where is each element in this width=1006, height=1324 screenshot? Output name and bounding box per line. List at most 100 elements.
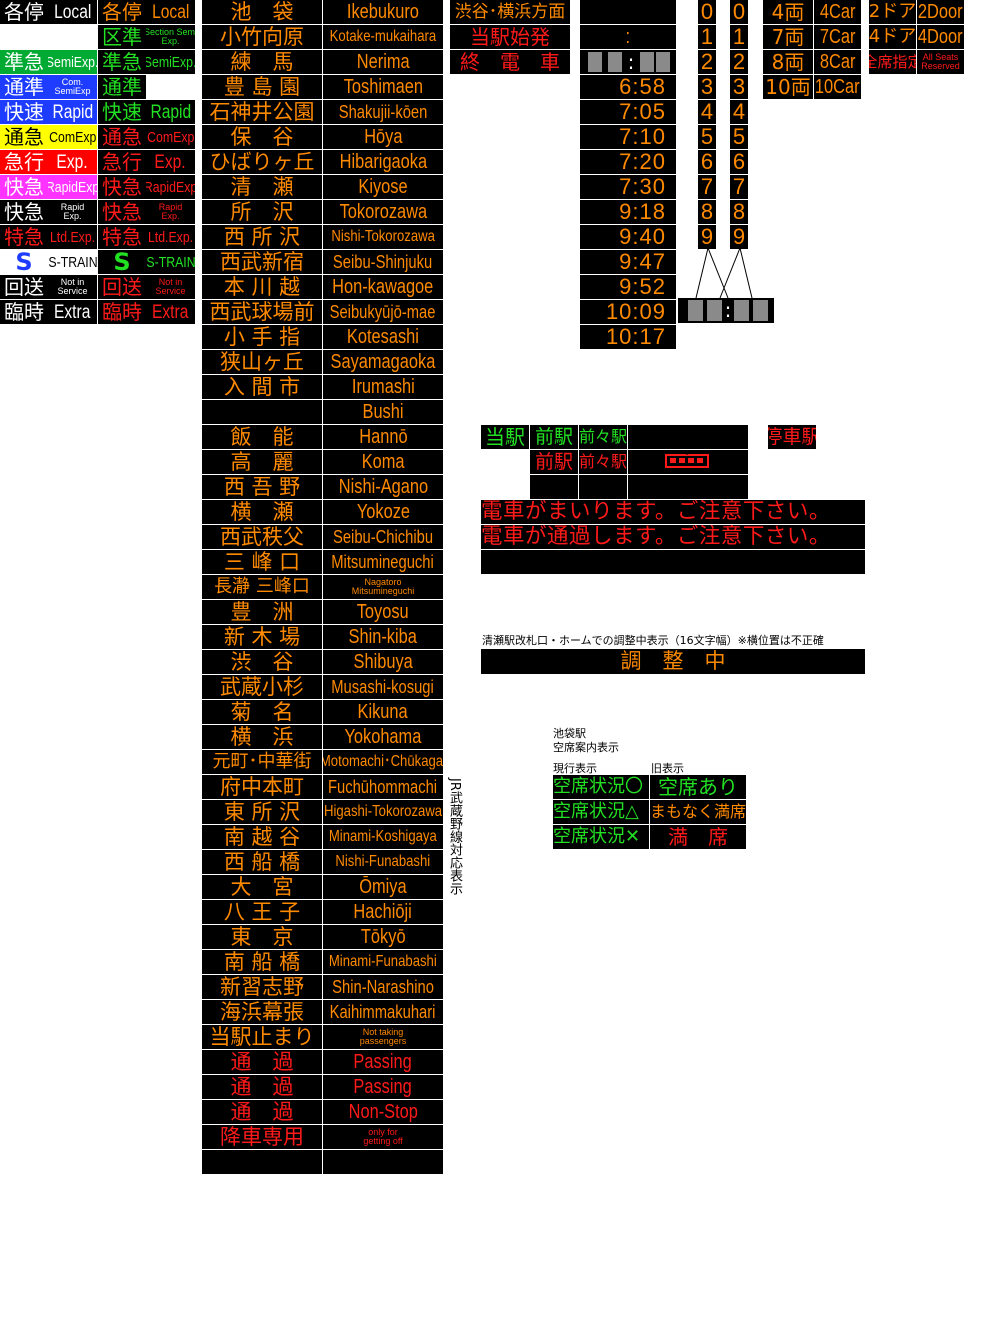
train-icon <box>628 450 748 474</box>
announcement-line: 電車がまいります。ご注意下さい。 <box>481 500 865 524</box>
station-en: Passing <box>323 1050 443 1074</box>
station-jp: 海浜幕張 <box>202 1000 322 1024</box>
digit-b: 3 <box>730 75 748 99</box>
type-badge-jp: 快急 <box>0 175 48 199</box>
time-blank <box>580 0 676 24</box>
jr-musashino-note: JR武蔵野線対応表示 <box>447 778 462 895</box>
station-jp: 本 川 越 <box>202 275 322 299</box>
type-led-en-empty <box>146 75 195 99</box>
station-jp: 豊 島 園 <box>202 75 322 99</box>
station-jp <box>202 400 322 424</box>
digit-connector-lines <box>695 248 753 299</box>
type-led-jp: 快急 <box>98 175 146 199</box>
station-en: Seibukyūjō-mae <box>323 300 443 324</box>
time-value: 7:05 <box>580 100 676 124</box>
station-jp: 元町･中華街 <box>202 750 322 774</box>
station-jp: 当駅止まり <box>202 1025 322 1049</box>
stop-prev: 前駅 <box>530 425 578 449</box>
station-jp: 大 宮 <box>202 875 322 899</box>
time-value: 10:17 <box>580 325 676 349</box>
time-value: 6:58 <box>580 75 676 99</box>
seat-status: 空席状況△ <box>553 800 649 824</box>
type-badge-jp: 回送 <box>0 275 48 299</box>
adjust-note: 清瀬駅改札口・ホームでの調整中表示（16文字幅）※横位置は不正確 <box>482 634 824 647</box>
station-en: Nagatoro Mitsumineguchi <box>323 575 443 599</box>
station-jp <box>202 1150 322 1174</box>
station-en: Bushi <box>323 400 443 424</box>
station-en: Seibu-Shinjuku <box>323 250 443 274</box>
digit-b: 2 <box>730 50 748 74</box>
station-jp: 降車専用 <box>202 1125 322 1149</box>
type-led-en: Rapid Exp. <box>146 200 195 224</box>
station-en: Passing <box>323 1075 443 1099</box>
digit-b: 9 <box>730 225 748 249</box>
station-jp: 東 京 <box>202 925 322 949</box>
seat-old: 空席あり <box>650 775 746 799</box>
station-en: Mitsumineguchi <box>323 550 443 574</box>
time-value: 9:52 <box>580 275 676 299</box>
digit-a: 4 <box>698 100 716 124</box>
station-jp: 飯 能 <box>202 425 322 449</box>
type-led-en: Local <box>146 0 195 24</box>
station-en: Kiyose <box>323 175 443 199</box>
car-jp: 10両 <box>763 75 813 99</box>
car-en: 4Car <box>814 0 861 24</box>
type-badge-en: Exp. <box>48 150 97 174</box>
station-en: Sayamagaoka <box>323 350 443 374</box>
door-jp: 4ドア <box>869 25 916 49</box>
seat-old: まもなく満席 <box>650 800 746 824</box>
announcement-line: 電車が通過します。ご注意下さい。 <box>481 525 865 549</box>
type-badge-jp: 各停 <box>0 0 48 24</box>
station-en: Koma <box>323 450 443 474</box>
time-value: 7:20 <box>580 150 676 174</box>
digit-b: 1 <box>730 25 748 49</box>
time-colon: : <box>580 25 676 49</box>
station-en: Non-Stop <box>323 1100 443 1124</box>
digit-a: 7 <box>698 175 716 199</box>
type-badge-en: Rapid Exp. <box>48 200 97 224</box>
digit-a: 6 <box>698 150 716 174</box>
station-en: Hannō <box>323 425 443 449</box>
station-jp: 長瀞 三峰口 <box>202 575 322 599</box>
station-en: Ōmiya <box>323 875 443 899</box>
type-led-en: ComExp <box>146 125 195 149</box>
digit-b: 4 <box>730 100 748 124</box>
seat-status: 空席状況✕ <box>553 825 649 849</box>
type-led-jp: 回送 <box>98 275 146 299</box>
type-badge-jp: 快速 <box>0 100 48 124</box>
digit-b: 6 <box>730 150 748 174</box>
seat-status: 空席状況〇 <box>553 775 649 799</box>
station-jp: 小 手 指 <box>202 325 322 349</box>
digit-a: 8 <box>698 200 716 224</box>
digit-a: 0 <box>698 0 716 24</box>
type-badge-jp: 急行 <box>0 150 48 174</box>
station-jp: 横 瀬 <box>202 500 322 524</box>
station-jp: 三 峰 口 <box>202 550 322 574</box>
type-led-jp: 快急 <box>98 200 146 224</box>
type-badge-jp: 特急 <box>0 225 48 249</box>
stop-blank-2 <box>530 475 578 499</box>
time-placeholder: : <box>580 50 676 74</box>
digit-b: 7 <box>730 175 748 199</box>
station-jp: 所 沢 <box>202 200 322 224</box>
type-led-en: RapidExp <box>146 175 195 199</box>
station-en: Nishi-Tokorozawa <box>323 225 443 249</box>
digit-a: 2 <box>698 50 716 74</box>
station-jp: 高 麗 <box>202 450 322 474</box>
type-badge-jp: 通準 <box>0 75 48 99</box>
type-led-en: Section Semi Exp. <box>146 25 195 49</box>
station-en: Ikebukuro <box>323 0 443 24</box>
station-en: Toyosu <box>323 600 443 624</box>
digit-b: 0 <box>730 0 748 24</box>
station-jp: 菊 名 <box>202 700 322 724</box>
car-jp: 7両 <box>763 25 813 49</box>
station-jp: 清 瀬 <box>202 175 322 199</box>
station-jp: 入 間 市 <box>202 375 322 399</box>
time-value: 7:10 <box>580 125 676 149</box>
type-led-jp: 区準 <box>98 25 146 49</box>
station-en: Kotesashi <box>323 325 443 349</box>
time-value: 10:09 <box>580 300 676 324</box>
car-en: 8Car <box>814 50 861 74</box>
station-jp: 西武球場前 <box>202 300 322 324</box>
type-led-jp: 快速 <box>98 100 146 124</box>
